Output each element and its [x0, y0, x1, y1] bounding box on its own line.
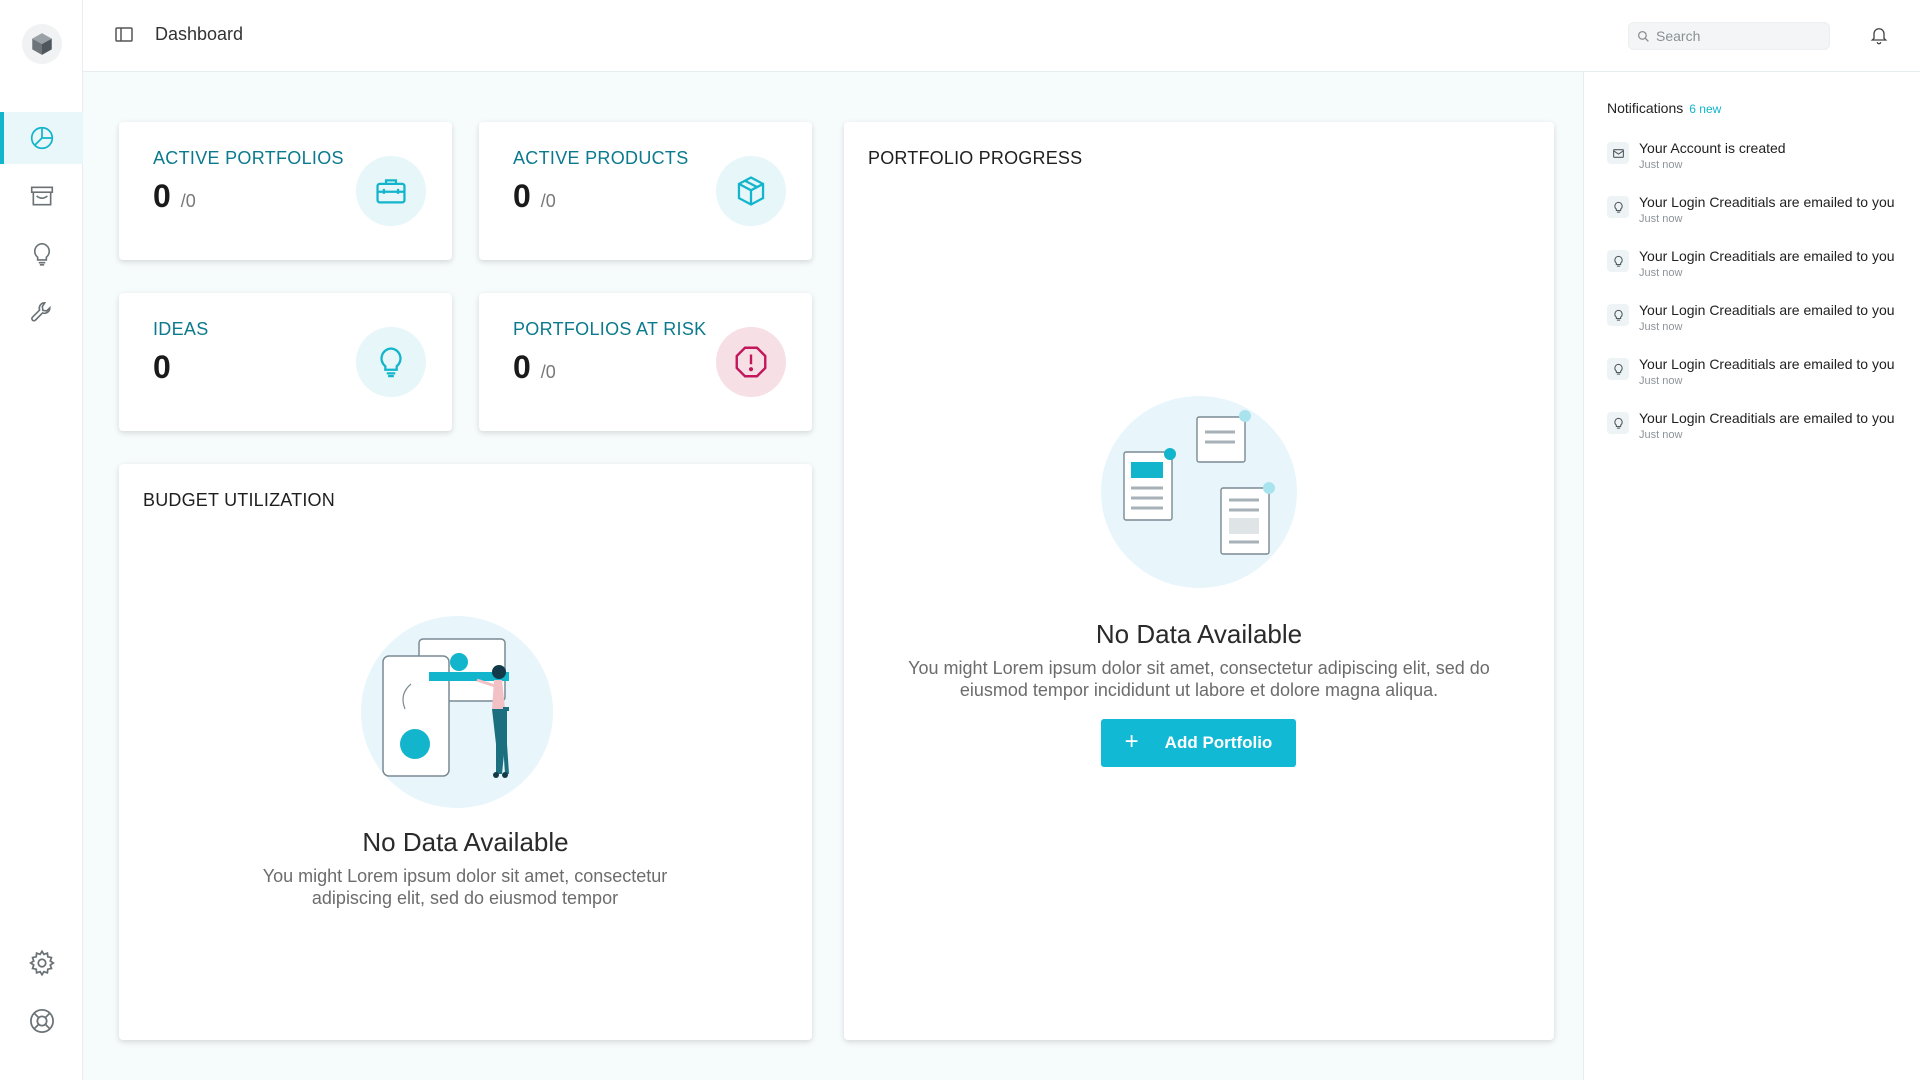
search-input[interactable] [1656, 28, 1826, 44]
portfolio-empty-title: No Data Available [1095, 619, 1303, 649]
notification-icon-badge [1607, 358, 1629, 380]
notification-text: Your Login Creaditials are emailed to yo… [1639, 410, 1895, 426]
notification-item[interactable]: Your Login Creaditials are emailed to yo… [1607, 248, 1907, 292]
stat-number: 0 [153, 349, 171, 385]
budget-empty-title: No Data Available [362, 827, 569, 857]
stat-number: 0 [513, 349, 531, 385]
top-header: Dashboard [83, 0, 1920, 72]
lightbulb-icon [1613, 417, 1623, 429]
stat-card-ideas: IDEAS 0 [119, 293, 452, 431]
notification-time: Just now [1639, 429, 1683, 441]
sidebar-item-support[interactable] [0, 995, 83, 1047]
notification-time: Just now [1639, 267, 1683, 279]
bell-icon [1870, 28, 1888, 45]
alert-octagon-icon [735, 346, 767, 378]
main-content: ACTIVE PORTFOLIOS 0/0 ACTIVE PRODUCTS 0/… [83, 72, 1583, 1080]
notification-item[interactable]: Your Login Creaditials are emailed to yo… [1607, 410, 1907, 454]
stat-value: 0/0 [153, 178, 196, 215]
app-logo[interactable] [22, 24, 62, 64]
lightbulb-icon [33, 242, 50, 266]
stat-value: 0/0 [513, 178, 556, 215]
portfolio-progress-card: PORTFOLIO PROGRESS No Data Available You… [844, 122, 1554, 1040]
plus-icon: + [1124, 728, 1139, 755]
notification-text: Your Login Creaditials are emailed to yo… [1639, 248, 1895, 264]
lifebuoy-icon [29, 1009, 54, 1033]
add-portfolio-button[interactable]: + Add Portfolio [1101, 719, 1296, 767]
notifications-panel: Notifications 6 new Your Account is creat… [1583, 72, 1920, 1080]
lightbulb-icon [380, 347, 402, 378]
stat-icon-badge [356, 327, 426, 397]
cube-icon [737, 176, 765, 206]
sidebar-toggle-button[interactable] [115, 26, 137, 46]
stat-label: PORTFOLIOS AT RISK [513, 319, 707, 339]
stat-number: 0 [513, 178, 531, 214]
portfolio-empty-description: You might Lorem ipsum dolor sit amet, co… [908, 658, 1490, 700]
gear-icon [28, 949, 55, 977]
empty-state-illustration [1101, 396, 1297, 588]
notification-icon-badge [1607, 196, 1629, 218]
notification-time: Just now [1639, 159, 1683, 171]
notification-text: Your Account is created [1639, 140, 1786, 156]
add-portfolio-label: Add Portfolio [1164, 733, 1273, 752]
stat-card-active-products: ACTIVE PRODUCTS 0/0 [479, 122, 812, 260]
lightbulb-icon [1613, 363, 1623, 375]
panel-left-icon [115, 27, 133, 42]
page-title: Dashboard [155, 24, 244, 44]
lightbulb-icon [1613, 309, 1623, 321]
envelope-icon [1612, 148, 1624, 158]
stat-card-portfolios-at-risk: PORTFOLIOS AT RISK 0/0 [479, 293, 812, 431]
pie-chart-icon [30, 126, 53, 150]
notification-icon-badge [1607, 412, 1629, 434]
notification-text: Your Login Creaditials are emailed to yo… [1639, 302, 1895, 318]
portfolio-progress-title: PORTFOLIO PROGRESS [868, 148, 1083, 168]
empty-state-illustration [361, 616, 553, 808]
lightbulb-icon [1613, 201, 1623, 213]
sidebar [0, 0, 83, 1080]
stat-icon-badge [716, 327, 786, 397]
stat-icon-badge [356, 156, 426, 226]
notification-icon-badge [1607, 304, 1629, 326]
wrench-icon [30, 301, 51, 322]
sidebar-item-archive[interactable] [0, 170, 83, 222]
sidebar-item-settings[interactable] [0, 937, 83, 989]
stat-label: ACTIVE PRODUCTS [513, 148, 689, 168]
stat-total: /0 [540, 191, 556, 211]
notification-item[interactable]: Your Login Creaditials are emailed to yo… [1607, 356, 1907, 400]
briefcase-icon [376, 179, 406, 204]
notification-icon-badge [1607, 142, 1629, 164]
search-icon [1637, 30, 1649, 42]
search-box[interactable] [1628, 22, 1830, 50]
notifications-title: Notifications [1607, 100, 1684, 116]
stat-value: 0/0 [513, 349, 556, 386]
stat-card-active-portfolios: ACTIVE PORTFOLIOS 0/0 [119, 122, 452, 260]
notification-time: Just now [1639, 375, 1683, 387]
notification-item[interactable]: Your Login Creaditials are emailed to yo… [1607, 194, 1907, 238]
notification-time: Just now [1639, 321, 1683, 333]
notifications-button[interactable] [1869, 25, 1891, 47]
notification-item[interactable]: Your Account is created Just now [1607, 140, 1907, 184]
cube-logo-icon [32, 33, 52, 55]
stat-icon-badge [716, 156, 786, 226]
notification-text: Your Login Creaditials are emailed to yo… [1639, 356, 1895, 372]
stat-number: 0 [153, 178, 171, 214]
sidebar-item-dashboard[interactable] [0, 112, 83, 164]
lightbulb-icon [1613, 255, 1623, 267]
budget-title: BUDGET UTILIZATION [143, 490, 335, 510]
new-count-badge: 6 new [1689, 102, 1722, 116]
stat-label: ACTIVE PORTFOLIOS [153, 148, 344, 168]
notification-text: Your Login Creaditials are emailed to yo… [1639, 194, 1895, 210]
stat-label: IDEAS [153, 319, 209, 339]
archive-box-icon [30, 186, 53, 206]
budget-utilization-card: BUDGET UTILIZATION No Data Available You… [119, 464, 812, 1040]
sidebar-item-ideas[interactable] [0, 228, 83, 280]
notification-icon-badge [1607, 250, 1629, 272]
sidebar-item-tools[interactable] [0, 286, 83, 338]
notifications-header: Notifications 6 new [1607, 100, 1721, 116]
notification-time: Just now [1639, 213, 1683, 225]
stat-total: /0 [540, 362, 556, 382]
stat-value: 0 [153, 349, 171, 386]
notification-item[interactable]: Your Login Creaditials are emailed to yo… [1607, 302, 1907, 346]
stat-total: /0 [180, 191, 196, 211]
budget-empty-description: You might Lorem ipsum dolor sit amet, co… [262, 866, 668, 908]
